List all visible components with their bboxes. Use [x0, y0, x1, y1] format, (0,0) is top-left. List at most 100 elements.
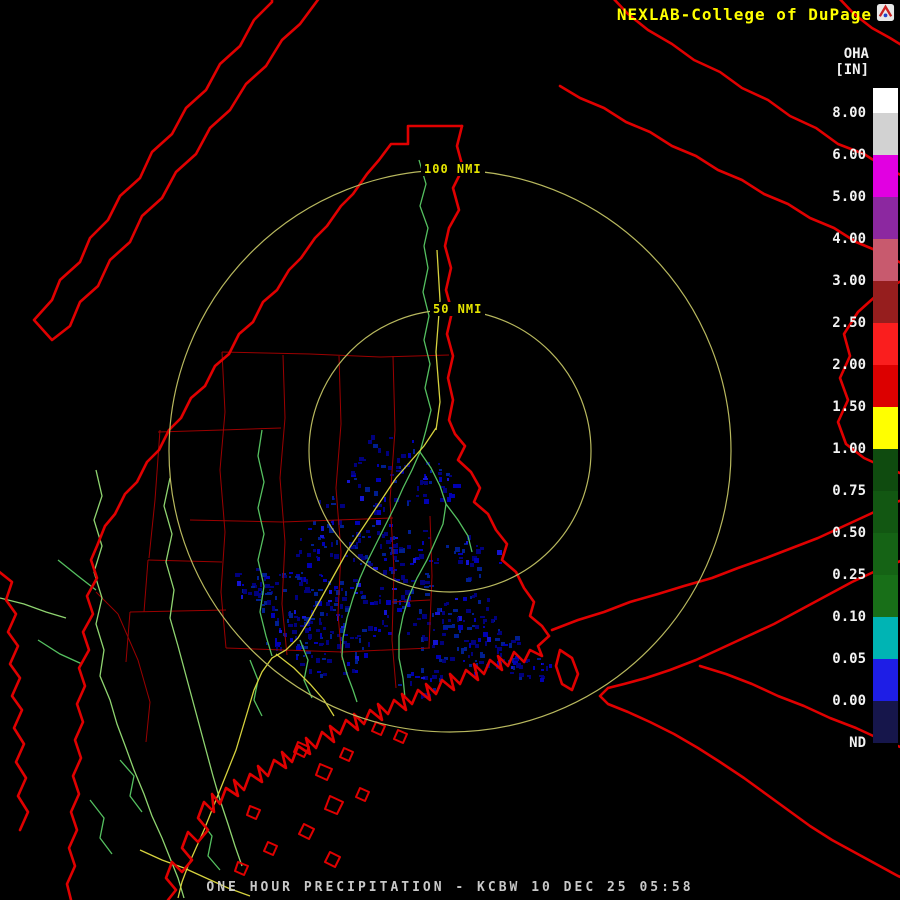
precip-echo	[511, 666, 513, 669]
precip-echo	[347, 662, 350, 666]
precip-echo	[353, 579, 358, 582]
precip-echo	[347, 480, 350, 483]
precip-echo	[448, 613, 452, 615]
precip-echo	[423, 478, 428, 480]
precip-echo	[331, 521, 333, 523]
precip-echo	[340, 581, 344, 585]
precip-echo	[423, 583, 425, 585]
precip-echo	[495, 638, 500, 641]
precip-echo	[373, 635, 376, 637]
precip-echo	[485, 641, 487, 646]
precip-echo	[413, 558, 416, 563]
precip-echo	[368, 642, 370, 647]
legend-swatch-3.00	[873, 281, 898, 323]
precip-echo	[324, 546, 327, 548]
precip-echo	[329, 590, 332, 594]
legend-swatch-cap	[873, 88, 898, 113]
precip-echo	[474, 593, 477, 597]
precip-echo	[396, 466, 399, 469]
precip-echo	[467, 627, 472, 630]
precip-echo	[435, 612, 440, 615]
precip-echo	[311, 544, 314, 546]
cod-logo-icon	[876, 3, 895, 22]
precip-echo	[284, 575, 287, 578]
precip-echo	[288, 624, 293, 627]
precip-echo	[417, 486, 419, 491]
precip-echo	[256, 599, 261, 601]
precip-echo	[292, 630, 297, 634]
precip-echo	[316, 658, 320, 663]
legend-swatch-0.75	[873, 491, 898, 533]
legend-swatch-0.05	[873, 659, 898, 701]
precip-echo	[476, 545, 478, 547]
precip-echo	[368, 440, 372, 444]
grand-manan-island-line	[556, 650, 578, 690]
precip-echo	[254, 591, 259, 596]
precip-echo	[466, 578, 471, 582]
precip-echo	[324, 653, 326, 655]
precip-echo	[461, 651, 464, 654]
precip-echo	[297, 644, 300, 646]
precip-echo	[457, 647, 459, 651]
precip-echo	[442, 619, 444, 624]
precip-echo	[392, 588, 397, 590]
precip-echo	[242, 584, 244, 586]
precip-echo	[415, 676, 420, 678]
legend-swatch-1.50	[873, 407, 898, 449]
precip-echo	[308, 528, 312, 530]
precip-echo	[279, 574, 281, 576]
precip-echo	[352, 535, 354, 537]
precip-echo	[320, 674, 323, 678]
precip-echo	[330, 631, 333, 633]
precip-echo	[453, 609, 458, 612]
precip-echo	[407, 501, 409, 506]
precip-echo	[340, 525, 344, 528]
precip-echo	[421, 647, 424, 651]
precip-echo	[442, 659, 446, 663]
precip-echo	[306, 591, 311, 593]
precip-echo	[425, 476, 427, 478]
precip-echo	[425, 581, 430, 584]
precip-echo	[344, 634, 348, 636]
precip-echo	[540, 678, 544, 682]
precip-echo	[410, 563, 414, 565]
precip-echo	[341, 615, 343, 618]
precip-echo	[362, 647, 364, 650]
precip-echo	[456, 484, 461, 488]
precip-echo	[377, 510, 381, 515]
precip-echo	[401, 575, 405, 580]
precip-echo	[355, 652, 357, 656]
precip-echo	[541, 669, 544, 671]
precip-echo	[251, 586, 255, 588]
river-line	[200, 820, 220, 870]
precip-echo	[275, 621, 279, 626]
precip-echo	[474, 558, 479, 563]
legend-value-label: 2.00	[832, 357, 866, 373]
precip-echo	[374, 627, 377, 631]
precip-echo	[425, 573, 429, 575]
precip-echo	[438, 472, 442, 475]
precip-echo	[427, 575, 430, 578]
precip-echo	[334, 554, 339, 559]
precip-echo	[267, 600, 271, 605]
precip-echo	[443, 488, 447, 493]
precip-echo	[318, 537, 321, 540]
precip-echo	[275, 609, 278, 611]
precip-echo	[395, 560, 399, 562]
precip-echo	[434, 562, 439, 564]
precip-echo	[519, 673, 524, 677]
precip-echo	[516, 663, 521, 668]
precip-echo	[437, 558, 439, 561]
precip-echo	[363, 600, 368, 604]
precip-echo	[457, 617, 459, 622]
precip-echo	[399, 600, 401, 605]
river-line	[258, 430, 272, 656]
precip-echo	[359, 457, 364, 461]
precip-echo	[513, 666, 515, 670]
precip-echo	[527, 675, 530, 677]
legend-value-label: 5.00	[832, 189, 866, 205]
county-line	[390, 356, 396, 688]
precip-echo	[449, 475, 452, 477]
precip-echo	[393, 544, 398, 548]
precip-echo	[487, 637, 491, 642]
